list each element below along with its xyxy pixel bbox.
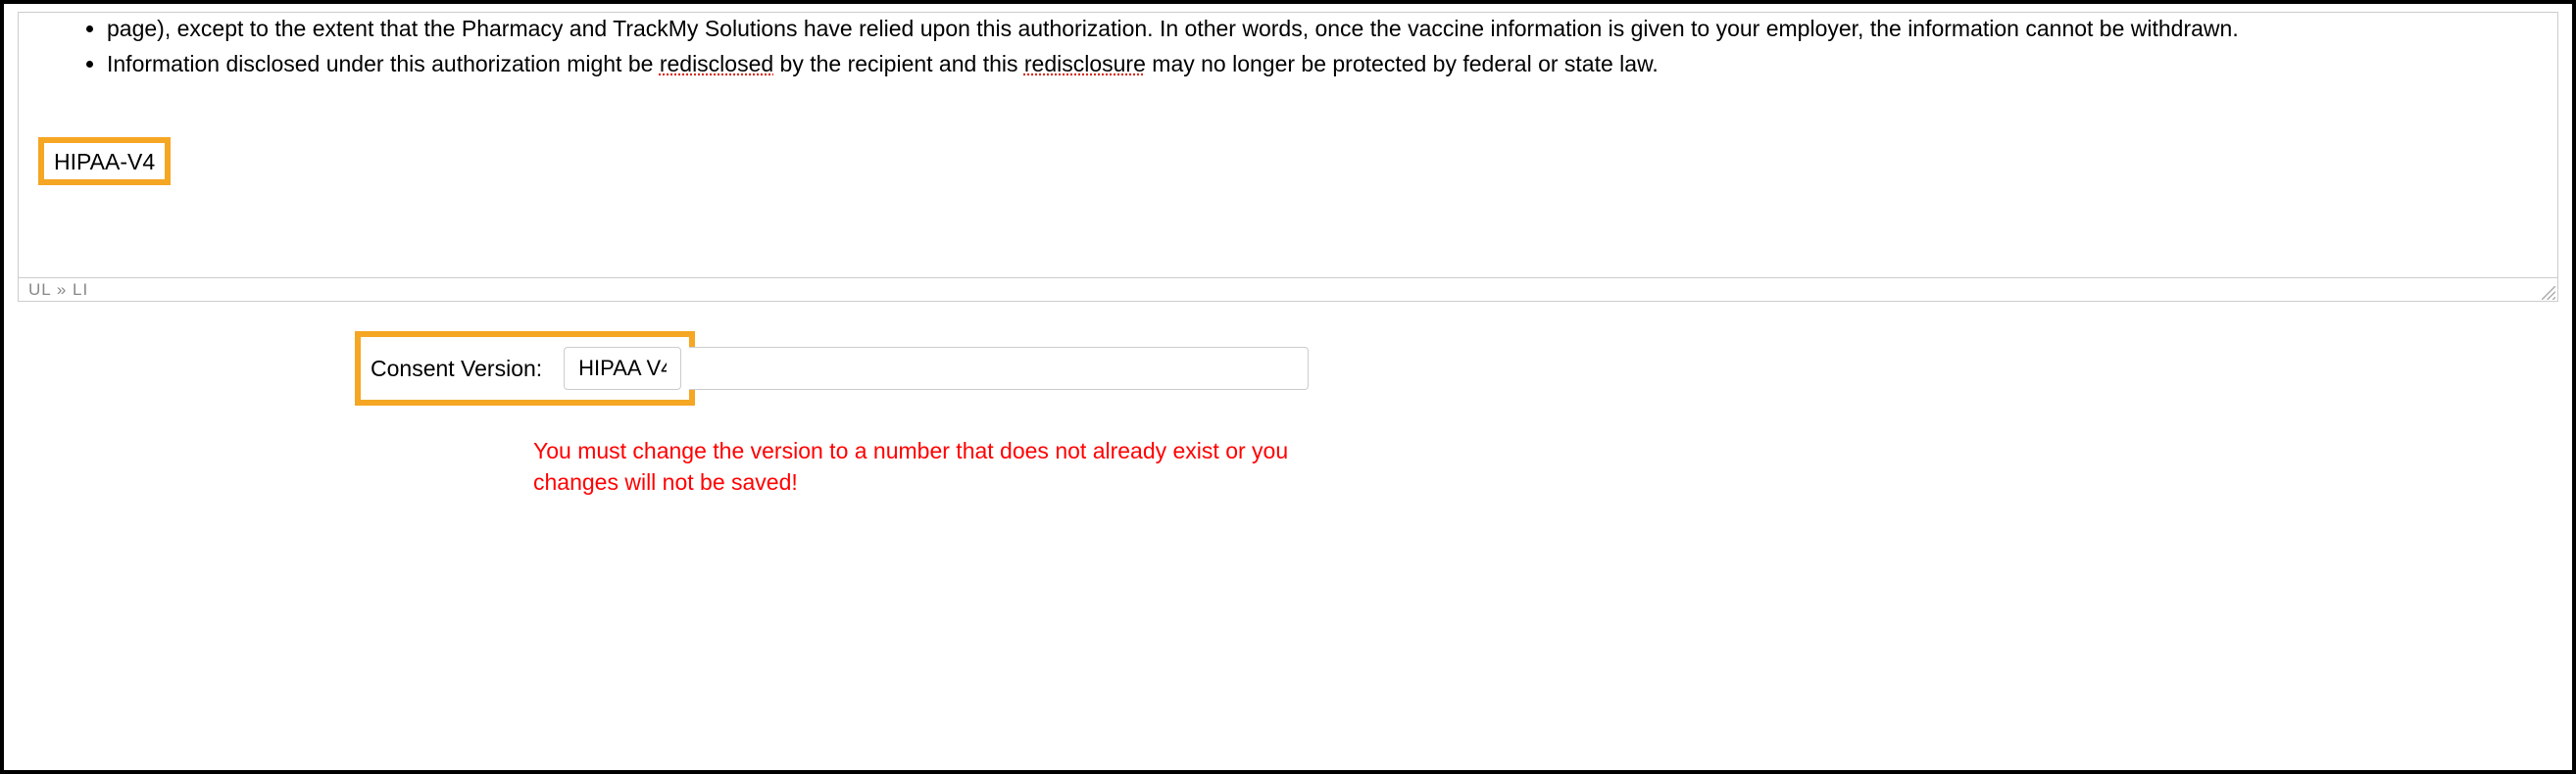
- editor-content-area[interactable]: page), except to the extent that the Pha…: [19, 13, 2557, 277]
- spellcheck-word[interactable]: redisclosure: [1024, 51, 1146, 76]
- version-warning-text: You must change the version to a number …: [533, 435, 1298, 498]
- consent-version-label: Consent Version:: [371, 356, 542, 382]
- resize-handle-icon[interactable]: [2542, 286, 2555, 300]
- version-tag-highlight: HIPAA-V4: [38, 137, 171, 185]
- spellcheck-word[interactable]: redisclosed: [660, 51, 773, 76]
- statusbar-path[interactable]: UL » LI: [28, 280, 88, 299]
- list-item-text-part: Information disclosed under this authori…: [107, 51, 660, 76]
- consent-version-highlight: Consent Version:: [355, 331, 695, 406]
- rich-text-editor[interactable]: page), except to the extent that the Pha…: [18, 12, 2558, 302]
- bullet-list: page), except to the extent that the Pha…: [38, 13, 2538, 79]
- list-item: Information disclosed under this authori…: [107, 48, 2538, 79]
- list-item: page), except to the extent that the Pha…: [107, 13, 2538, 44]
- list-item-text: page), except to the extent that the Pha…: [107, 16, 2239, 41]
- consent-version-input[interactable]: [564, 347, 681, 390]
- consent-version-input-extended[interactable]: [689, 347, 1309, 390]
- editor-statusbar: UL » LI: [19, 277, 2557, 301]
- list-item-text-part: by the recipient and this: [773, 51, 1024, 76]
- consent-version-row: Consent Version:: [355, 331, 2572, 406]
- list-item-text-part: may no longer be protected by federal or…: [1146, 51, 1659, 76]
- version-tag-text: HIPAA-V4: [54, 149, 155, 174]
